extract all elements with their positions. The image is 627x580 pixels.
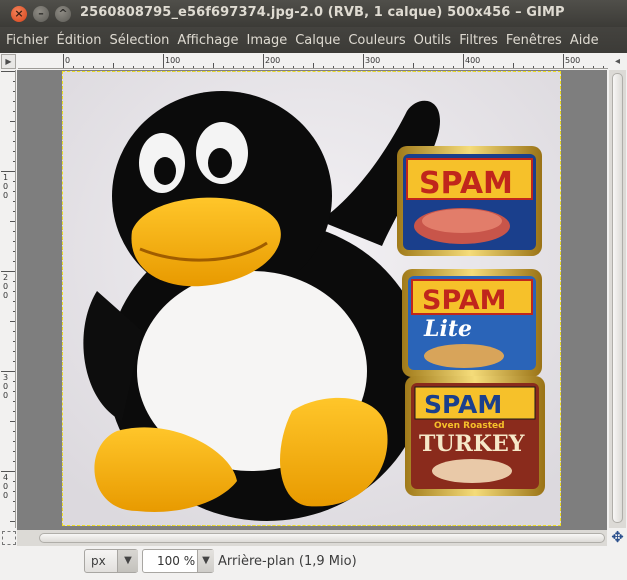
- menu-selection[interactable]: Sélection: [105, 33, 173, 48]
- menu-outils[interactable]: Outils: [410, 33, 456, 48]
- vertical-ruler[interactable]: 100200300400: [1, 70, 16, 528]
- vruler-label-digit: 1: [3, 173, 8, 182]
- vertical-scrollbar[interactable]: [609, 70, 626, 528]
- unit-value: px: [91, 554, 106, 568]
- quick-mask-toggle[interactable]: [2, 531, 16, 545]
- chevron-down-icon[interactable]: ▼: [197, 550, 214, 572]
- navigate-icon[interactable]: ✥: [609, 529, 626, 546]
- image-menu-button[interactable]: ▶: [1, 54, 16, 69]
- horizontal-ruler[interactable]: 0 100 200 300 400 500: [18, 54, 608, 69]
- image-window: ▶ 0 100 200 300 400 500 ◂ 100200300400 S…: [0, 53, 627, 580]
- canvas-boundary: [62, 71, 561, 526]
- hruler-label-100: 100: [165, 56, 180, 65]
- hruler-label-500: 500: [565, 56, 580, 65]
- hruler-label-400: 400: [465, 56, 480, 65]
- title-bar: × – ^ 2560808795_e56f697374.jpg-2.0 (RVB…: [0, 0, 627, 27]
- ruler-end-marker: ◂: [614, 56, 621, 67]
- horizontal-scrollbar[interactable]: [17, 530, 607, 546]
- vruler-label-digit: 0: [3, 491, 8, 500]
- menu-filtres[interactable]: Filtres: [455, 33, 502, 48]
- vruler-label-digit: 0: [3, 482, 8, 491]
- unit-selector[interactable]: px ▼: [84, 549, 138, 573]
- vruler-label-digit: 0: [3, 191, 8, 200]
- vruler-label-digit: 0: [3, 182, 8, 191]
- vruler-label-digit: 4: [3, 473, 8, 482]
- menu-fenetres[interactable]: Fenêtres: [502, 33, 566, 48]
- status-message: Arrière-plan (1,9 Mio): [218, 554, 357, 569]
- vruler-label-digit: 3: [3, 373, 8, 382]
- menu-fichier[interactable]: Fichier: [2, 33, 53, 48]
- horizontal-ruler-ticks: 0 100 200 300 400 500: [63, 54, 604, 68]
- vruler-label-digit: 0: [3, 391, 8, 400]
- minimize-window-button[interactable]: –: [33, 6, 49, 22]
- vruler-label-digit: 2: [3, 273, 8, 282]
- menu-edition[interactable]: Édition: [53, 33, 106, 48]
- vruler-label-digit: 0: [3, 282, 8, 291]
- zoom-selector[interactable]: 100 % ▼: [142, 549, 214, 573]
- vruler-label-digit: 0: [3, 382, 8, 391]
- zoom-value: 100 %: [157, 554, 196, 568]
- hruler-label-300: 300: [365, 56, 380, 65]
- canvas-area[interactable]: SPAM SPAM Lite SPAM Oven Roasted TURKEY: [17, 70, 607, 530]
- menu-aide[interactable]: Aide: [566, 33, 603, 48]
- menu-calque[interactable]: Calque: [291, 33, 344, 48]
- menu-bar: Fichier Édition Sélection Affichage Imag…: [0, 27, 627, 53]
- hruler-label-200: 200: [265, 56, 280, 65]
- menu-image[interactable]: Image: [242, 33, 291, 48]
- maximize-window-button[interactable]: ^: [55, 6, 71, 22]
- vertical-ruler-ticks: 100200300400: [1, 71, 15, 522]
- vertical-scroll-thumb[interactable]: [612, 73, 623, 523]
- close-window-button[interactable]: ×: [11, 6, 27, 22]
- status-bar: px ▼ 100 % ▼ Arrière-plan (1,9 Mio): [0, 546, 627, 580]
- chevron-down-icon[interactable]: ▼: [117, 550, 138, 572]
- vruler-label-digit: 0: [3, 291, 8, 300]
- menu-affichage[interactable]: Affichage: [173, 33, 242, 48]
- horizontal-scroll-thumb[interactable]: [39, 533, 605, 543]
- window-title: 2560808795_e56f697374.jpg-2.0 (RVB, 1 ca…: [80, 5, 565, 20]
- menu-couleurs[interactable]: Couleurs: [344, 33, 409, 48]
- hruler-label-0: 0: [65, 56, 70, 65]
